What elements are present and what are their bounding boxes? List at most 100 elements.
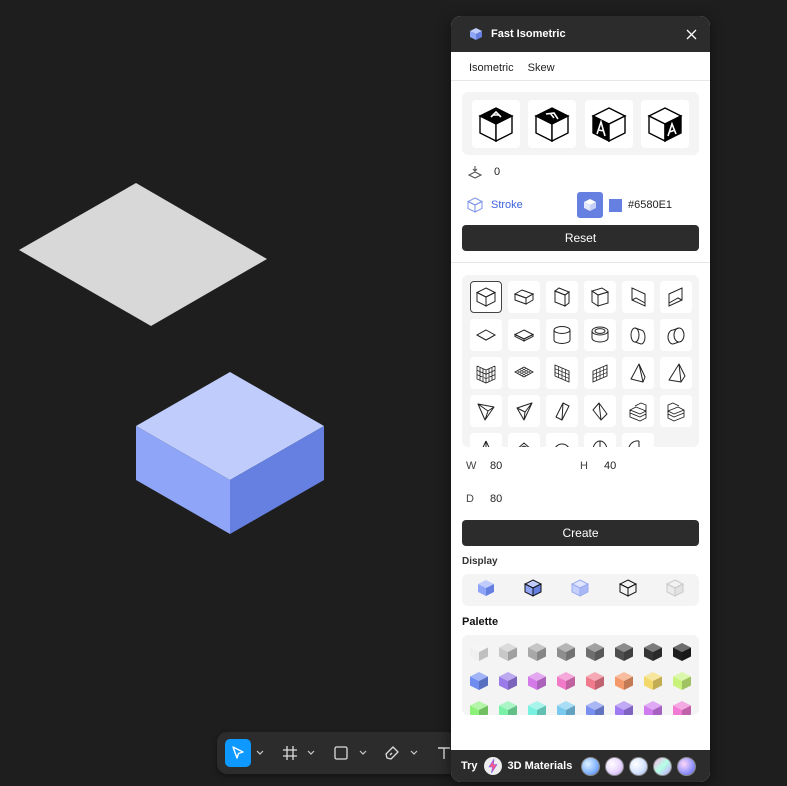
shape-prism[interactable] bbox=[659, 357, 692, 389]
shape-stairs-left[interactable] bbox=[621, 395, 654, 427]
display-wireframe-button[interactable] bbox=[618, 578, 637, 602]
shape-tall-box[interactable] bbox=[545, 281, 578, 313]
palette-swatch-1-2[interactable] bbox=[497, 641, 519, 663]
material-ball-1[interactable] bbox=[581, 756, 601, 776]
panel-title: Fast Isometric bbox=[491, 28, 566, 40]
stroke-color-hex[interactable]: #6580E1 bbox=[628, 199, 672, 211]
palette-swatch-3-5[interactable] bbox=[584, 699, 606, 715]
palette-swatch-3-3[interactable] bbox=[526, 699, 548, 715]
palette-swatch-1-8[interactable] bbox=[671, 641, 693, 663]
palette-swatch-1-1[interactable] bbox=[468, 641, 490, 663]
shape-left-cylinder[interactable] bbox=[621, 319, 654, 351]
shape-wedge-left[interactable] bbox=[545, 395, 578, 427]
shape-cube[interactable] bbox=[469, 281, 502, 313]
reset-button[interactable]: Reset bbox=[462, 225, 699, 251]
palette-swatch-2-2[interactable] bbox=[497, 670, 519, 692]
shape-flat-plane[interactable] bbox=[469, 319, 502, 351]
stroke-color-swatch[interactable] bbox=[609, 198, 622, 212]
tab-skew[interactable]: Skew bbox=[528, 62, 555, 74]
palette-swatch-3-2[interactable] bbox=[497, 699, 519, 715]
shape-ring[interactable] bbox=[583, 319, 616, 351]
shape-stairs-right[interactable] bbox=[659, 395, 692, 427]
move-tool-menu[interactable] bbox=[253, 739, 266, 767]
material-ball-3[interactable] bbox=[629, 756, 649, 776]
palette-cube-icon bbox=[528, 701, 546, 715]
canvas-iso-box[interactable] bbox=[136, 372, 324, 534]
shape-grid-plane[interactable] bbox=[507, 357, 540, 389]
display-solid-outline-button[interactable] bbox=[523, 578, 543, 602]
frame-tool-menu[interactable] bbox=[305, 739, 318, 767]
shape-tool-menu[interactable] bbox=[356, 739, 369, 767]
shape-tetra-right[interactable] bbox=[507, 395, 540, 427]
pen-nib-icon bbox=[385, 746, 400, 760]
materials-promo-bar[interactable]: Try 3D Materials bbox=[451, 750, 710, 782]
palette-swatch-2-3[interactable] bbox=[526, 670, 548, 692]
move-tool-button[interactable] bbox=[225, 739, 252, 767]
palette-swatch-2-8[interactable] bbox=[671, 670, 693, 692]
shape-roof[interactable] bbox=[507, 433, 540, 447]
shape-cone[interactable] bbox=[469, 433, 502, 447]
pen-tool-button[interactable] bbox=[379, 739, 405, 767]
shape-grid-right[interactable] bbox=[583, 357, 616, 389]
palette-swatch-1-5[interactable] bbox=[584, 641, 606, 663]
height-input[interactable]: 40 bbox=[604, 460, 694, 472]
palette-cube-icon bbox=[557, 643, 575, 661]
shape-cylinder[interactable] bbox=[545, 319, 578, 351]
close-button[interactable] bbox=[683, 26, 699, 42]
display-translucent-button[interactable] bbox=[571, 578, 590, 602]
palette-swatch-1-7[interactable] bbox=[642, 641, 664, 663]
preset-right-face[interactable] bbox=[640, 99, 689, 148]
shape-thin-slab[interactable] bbox=[507, 319, 540, 351]
preset-top-face-rotated[interactable] bbox=[528, 99, 577, 148]
palette-swatch-2-4[interactable] bbox=[555, 670, 577, 692]
material-ball-4[interactable] bbox=[653, 756, 673, 776]
shape-quarter-cylinder[interactable] bbox=[621, 433, 654, 447]
tab-isometric[interactable]: Isometric bbox=[469, 62, 514, 74]
shape-pyramid[interactable] bbox=[621, 357, 654, 389]
shape-right-panel[interactable] bbox=[659, 281, 692, 313]
palette-swatch-3-4[interactable] bbox=[555, 699, 577, 715]
offset-value[interactable]: 0 bbox=[494, 166, 500, 178]
palette-swatch-1-4[interactable] bbox=[555, 641, 577, 663]
display-modes bbox=[462, 574, 699, 606]
width-input[interactable]: 80 bbox=[490, 460, 580, 472]
stroke-color-button[interactable] bbox=[577, 192, 603, 218]
rectangle-tool-button[interactable] bbox=[328, 739, 354, 767]
palette-swatch-2-7[interactable] bbox=[642, 670, 664, 692]
shape-grid-cube[interactable] bbox=[469, 357, 502, 389]
palette-cube-icon bbox=[499, 672, 517, 690]
palette-swatch-1-3[interactable] bbox=[526, 641, 548, 663]
palette-swatch-2-1[interactable] bbox=[468, 670, 490, 692]
canvas-flat-rhombus[interactable] bbox=[19, 183, 267, 326]
preset-top-face[interactable] bbox=[472, 99, 521, 148]
preset-left-face[interactable] bbox=[584, 99, 633, 148]
palette-swatch-3-7[interactable] bbox=[642, 699, 664, 715]
display-solid-button[interactable] bbox=[477, 579, 495, 602]
palette-swatch-3-8[interactable] bbox=[671, 699, 693, 715]
frame-tool-button[interactable] bbox=[276, 739, 302, 767]
wide-box-icon bbox=[513, 289, 534, 305]
shape-half-cylinder[interactable] bbox=[583, 433, 616, 447]
shape-wedge-right[interactable] bbox=[583, 395, 616, 427]
depth-input[interactable]: 80 bbox=[490, 493, 580, 505]
shape-tetra-left[interactable] bbox=[469, 395, 502, 427]
palette-swatch-2-5[interactable] bbox=[584, 670, 606, 692]
shape-dome[interactable] bbox=[545, 433, 578, 447]
palette-swatch-3-6[interactable] bbox=[613, 699, 635, 715]
material-ball-2[interactable] bbox=[605, 756, 625, 776]
palette-swatch-2-6[interactable] bbox=[613, 670, 635, 692]
create-button[interactable]: Create bbox=[462, 520, 699, 546]
grid-left-icon bbox=[554, 364, 569, 383]
pen-tool-menu[interactable] bbox=[408, 739, 421, 767]
palette-swatch-3-1[interactable] bbox=[468, 699, 490, 715]
grid-plane-icon bbox=[513, 366, 534, 378]
shape-wide-box[interactable] bbox=[507, 281, 540, 313]
palette-swatch-1-6[interactable] bbox=[613, 641, 635, 663]
shape-narrow-box[interactable] bbox=[583, 281, 616, 313]
display-ghost-button[interactable] bbox=[666, 578, 685, 602]
stroke-toggle[interactable]: Stroke bbox=[491, 199, 577, 211]
shape-left-panel[interactable] bbox=[621, 281, 654, 313]
shape-grid-left[interactable] bbox=[545, 357, 578, 389]
shape-right-cylinder[interactable] bbox=[659, 319, 692, 351]
material-ball-5[interactable] bbox=[677, 756, 697, 776]
